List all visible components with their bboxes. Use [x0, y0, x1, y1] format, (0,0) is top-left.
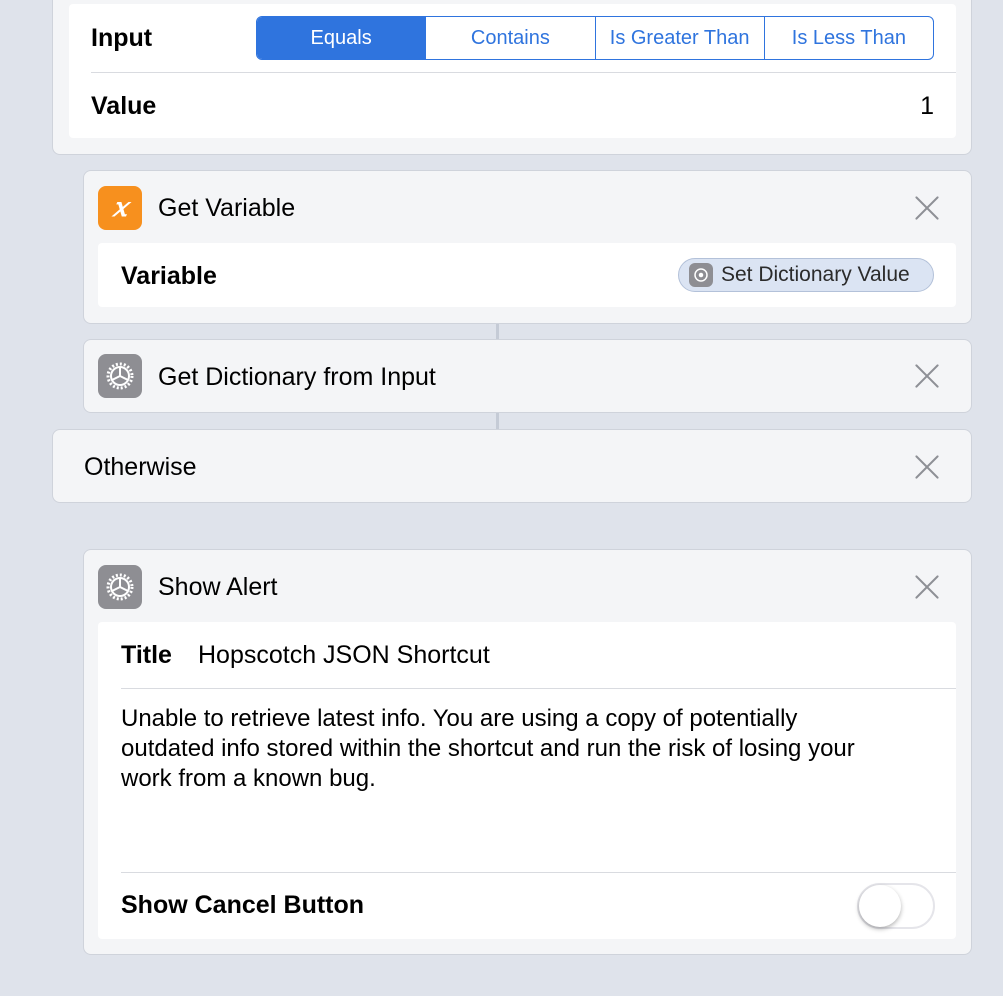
variable-icon: 𝑥	[98, 186, 142, 230]
show-alert-action[interactable]: Show Alert Title Hopscotch JSON Shortcut…	[83, 549, 972, 955]
toggle-knob	[859, 885, 901, 927]
gear-icon	[689, 263, 713, 287]
connector-line	[496, 324, 499, 340]
alert-params-panel: Title Hopscotch JSON Shortcut Unable to …	[98, 622, 956, 939]
segment-is-greater-than[interactable]: Is Greater Than	[594, 17, 764, 59]
action-title: Show Alert	[158, 573, 278, 601]
gear-icon	[98, 565, 142, 609]
title-divider	[121, 688, 956, 689]
gear-icon	[98, 354, 142, 398]
action-title: Get Variable	[158, 194, 296, 222]
variable-token-label: Set Dictionary Value	[721, 263, 910, 286]
get-variable-action[interactable]: 𝑥 Get Variable Variable	[83, 170, 972, 324]
message-field[interactable]: Unable to retrieve latest info. You are …	[121, 704, 891, 794]
input-label: Input	[91, 24, 153, 52]
close-icon[interactable]	[914, 195, 940, 221]
value-field[interactable]: 1	[920, 92, 934, 121]
get-dictionary-action[interactable]: Get Dictionary from Input	[83, 339, 972, 413]
variable-label: Variable	[121, 262, 217, 290]
close-icon[interactable]	[914, 454, 940, 480]
otherwise-block[interactable]: Otherwise	[52, 429, 972, 503]
condition-divider	[91, 72, 956, 73]
variable-token[interactable]: Set Dictionary Value	[678, 258, 934, 292]
value-label: Value	[91, 92, 157, 120]
condition-panel: Input Equals Contains Is Greater Than Is…	[69, 4, 956, 138]
condition-segmented-control[interactable]: Equals Contains Is Greater Than Is Less …	[256, 16, 934, 60]
cancel-label: Show Cancel Button	[121, 891, 365, 919]
message-divider	[121, 872, 956, 873]
segment-is-less-than[interactable]: Is Less Than	[763, 17, 933, 59]
otherwise-title: Otherwise	[84, 453, 197, 481]
segment-equals[interactable]: Equals	[257, 17, 426, 59]
close-icon[interactable]	[914, 363, 940, 389]
show-cancel-toggle[interactable]	[857, 883, 935, 929]
segment-contains[interactable]: Contains	[425, 17, 594, 59]
close-icon[interactable]	[914, 574, 940, 600]
action-title: Get Dictionary from Input	[158, 363, 436, 391]
title-field[interactable]: Hopscotch JSON Shortcut	[198, 641, 490, 670]
title-label: Title	[121, 641, 172, 669]
connector-line	[496, 413, 499, 429]
